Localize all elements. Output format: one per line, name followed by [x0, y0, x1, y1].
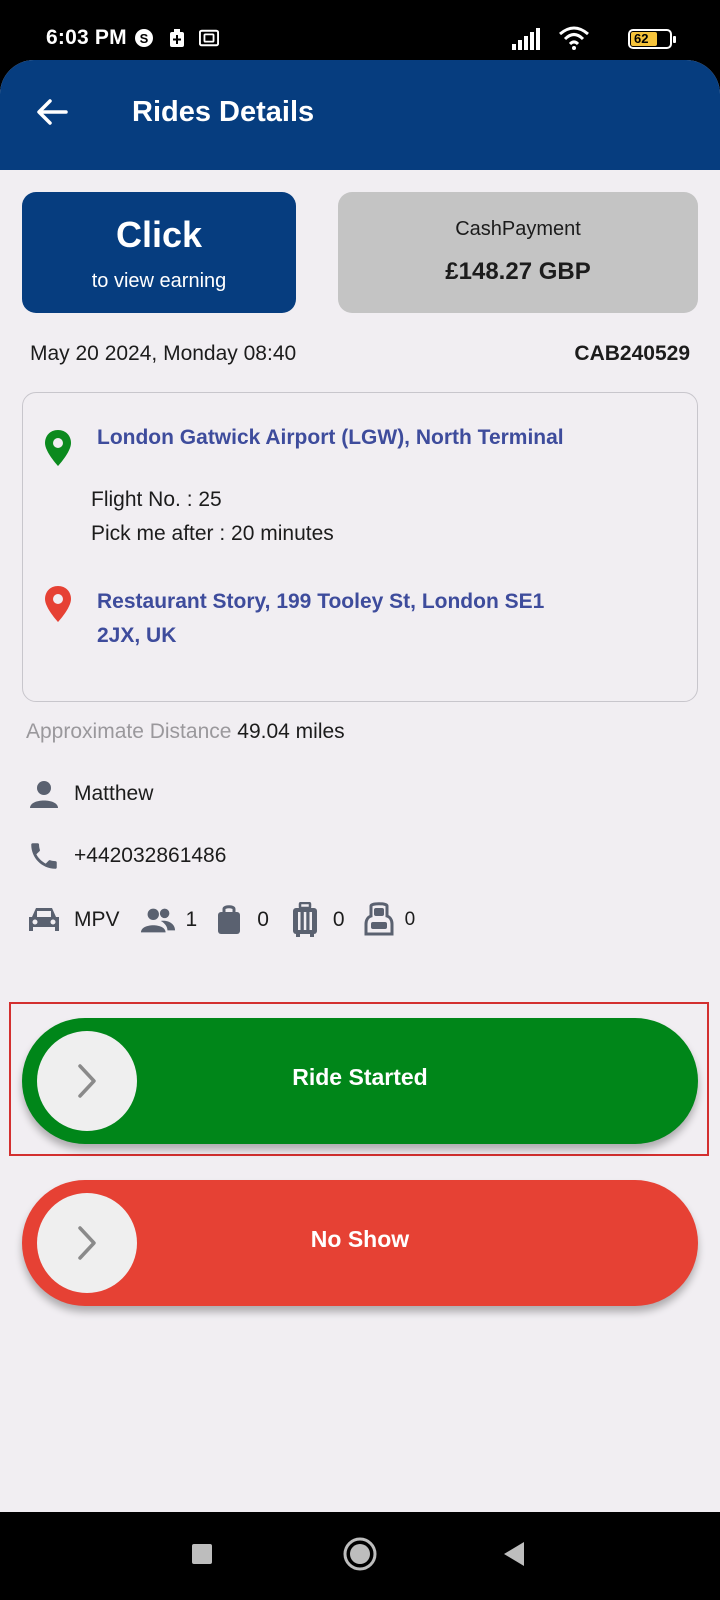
bag-count: 0 [257, 908, 269, 931]
status-bar: 6:03 PM S 62 [0, 0, 720, 60]
passenger-phone-row[interactable]: +442032861486 [26, 836, 226, 876]
payment-card: CashPayment £148.27 GBP [338, 192, 698, 313]
passenger-count: 1 [185, 908, 198, 931]
suitcase-count: 0 [332, 908, 345, 931]
page-title: Rides Details [132, 96, 315, 128]
pickup-pin-icon [45, 430, 71, 466]
view-earning-button[interactable]: Click to view earning [22, 192, 296, 313]
passengers-icon [140, 902, 176, 938]
ride-started-label: Ride Started [292, 1064, 428, 1090]
recents-button[interactable] [190, 1542, 214, 1566]
app-content: Rides Details Click to view earning Cash… [0, 60, 720, 1512]
medical-bag-icon [170, 29, 184, 47]
vehicle-row: MPV 1 0 0 0 [26, 898, 415, 942]
ride-datetime: May 20 2024, Monday 08:40 [30, 342, 297, 365]
passenger-phone[interactable]: +442032861486 [74, 844, 226, 868]
passenger-name: Matthew [74, 782, 154, 805]
payment-amount: £148.27 GBP [445, 258, 591, 285]
child-seat-icon [361, 902, 397, 938]
ride-started-slider[interactable]: Ride Started [22, 1018, 698, 1144]
wifi-icon [559, 26, 589, 50]
ride-code: CAB240529 [574, 342, 690, 365]
approximate-distance: Approximate Distance 49.04 miles [26, 720, 345, 744]
phone-screen: 6:03 PM S 62 Rides Details Click to view… [0, 0, 720, 1600]
distance-value: 49.04 miles [237, 720, 345, 743]
skype-icon: S [135, 29, 153, 47]
no-show-label: No Show [310, 1226, 410, 1252]
phone-icon [26, 838, 62, 874]
suitcase-icon [287, 902, 323, 938]
flight-number: Flight No. : 25 [91, 488, 222, 511]
person-icon [26, 776, 62, 812]
route-card: London Gatwick Airport (LGW), North Term… [22, 392, 698, 702]
pickup-address: London Gatwick Airport (LGW), North Term… [97, 426, 564, 449]
system-nav-bar [0, 1512, 720, 1600]
battery-level: 62 [634, 31, 649, 46]
battery-icon: 62 [628, 29, 676, 49]
svg-text:S: S [140, 31, 149, 46]
child-seat-count: 0 [404, 909, 416, 930]
payment-type: CashPayment [455, 218, 581, 240]
app-bar: Rides Details [0, 60, 720, 170]
status-time: 6:03 PM [46, 26, 127, 49]
earning-subtitle: to view earning [91, 270, 227, 292]
no-show-slider[interactable]: No Show [22, 1180, 698, 1306]
distance-label: Approximate Distance [26, 720, 232, 743]
back-button[interactable] [28, 88, 76, 136]
dropoff-address-line1: Restaurant Story, 199 Tooley St, London … [97, 590, 545, 613]
home-button[interactable] [342, 1536, 378, 1572]
earning-title: Click [115, 214, 203, 255]
wallet-icon [199, 29, 219, 47]
back-nav-button[interactable] [502, 1540, 526, 1568]
passenger-name-row: Matthew [26, 774, 153, 814]
dropoff-address-line2: 2JX, UK [97, 624, 177, 647]
vehicle-type: MPV [74, 908, 120, 931]
arrow-left-icon [37, 99, 68, 125]
bag-icon [211, 902, 247, 938]
signal-icon [512, 28, 540, 50]
car-icon [26, 902, 62, 938]
pick-me-after: Pick me after : 20 minutes [91, 522, 334, 545]
dropoff-pin-icon [45, 586, 71, 622]
